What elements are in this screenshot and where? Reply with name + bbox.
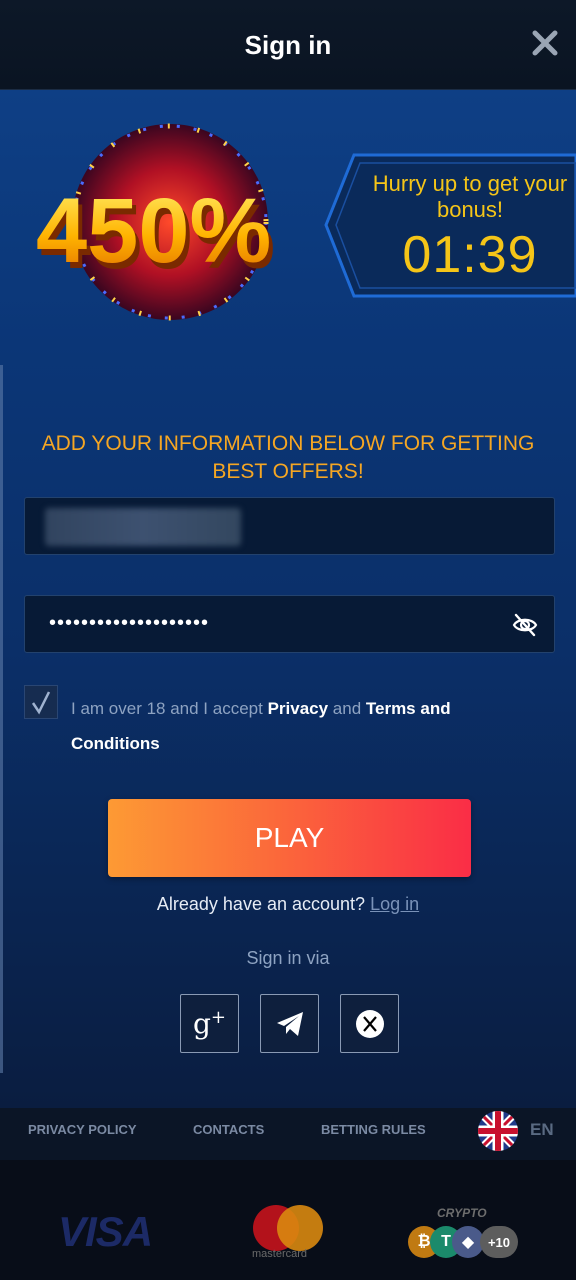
visa-logo: VISA [58, 1208, 153, 1255]
google-plus-icon: g+ [192, 1006, 227, 1041]
login-link[interactable]: Log in [370, 894, 419, 914]
checkmark-icon [31, 691, 51, 715]
sign-in-header: Sign in [0, 0, 576, 90]
consent-checkbox[interactable] [24, 685, 58, 719]
play-button[interactable]: PLAY [108, 799, 471, 877]
bonus-countdown-panel: Hurry up to get your bonus! 01:39 [324, 153, 576, 298]
footer-privacy-policy[interactable]: PRIVACY POLICY [28, 1122, 137, 1137]
sign-in-form-area: 450% 450% Hurry up to get your bonus! 01… [0, 90, 576, 1108]
bonus-countdown-timer: 01:39 [402, 226, 538, 284]
payment-methods-bar: VISA mastercard CRYPTO ₿ T ◆ +10 [0, 1160, 576, 1280]
footer-links-bar: PRIVACY POLICY CONTACTS BETTING RULES EN [0, 1108, 576, 1160]
x-icon [355, 1009, 384, 1038]
mastercard-label: mastercard [252, 1248, 308, 1260]
language-selector[interactable]: EN [530, 1120, 554, 1140]
uk-flag-icon[interactable] [478, 1111, 518, 1151]
password-field[interactable]: •••••••••••••••••••• [24, 595, 555, 653]
google-plus-button[interactable]: g+ [180, 994, 239, 1053]
mastercard-logo [253, 1205, 323, 1251]
telegram-icon [276, 1011, 303, 1036]
email-field[interactable] [24, 497, 555, 555]
consent-and: and [328, 699, 366, 718]
consent-row: I am over 18 and I accept Privacy and Te… [24, 685, 544, 755]
crypto-label: CRYPTO [437, 1206, 487, 1220]
footer-betting-rules[interactable]: BETTING RULES [321, 1122, 426, 1137]
bonus-percent-text: 450% 450% [36, 180, 275, 288]
footer-contacts[interactable]: CONTACTS [193, 1122, 264, 1137]
telegram-button[interactable] [260, 994, 319, 1053]
already-account-row: Already have an account? Log in [0, 894, 576, 915]
crypto-coins: ₿ T ◆ +10 [408, 1226, 518, 1258]
form-headline: ADD YOUR INFORMATION BELOW FOR GETTING B… [41, 432, 535, 483]
consent-prefix: I am over 18 and I accept [71, 699, 268, 718]
promo-banner: 450% 450% Hurry up to get your bonus! 01… [0, 90, 576, 350]
crypto-more-badge: +10 [480, 1226, 518, 1258]
x-button[interactable] [340, 994, 399, 1053]
bonus-hurry-text: Hurry up to get your bonus! [372, 171, 568, 222]
email-blurred-value [45, 508, 241, 546]
eye-off-icon[interactable] [512, 612, 538, 638]
privacy-link[interactable]: Privacy [268, 699, 329, 718]
page-title: Sign in [244, 30, 332, 60]
sign-in-via-label: Sign in via [246, 948, 330, 968]
close-icon[interactable] [530, 28, 560, 58]
consent-text: I am over 18 and I accept Privacy and Te… [71, 691, 511, 761]
svg-text:450%: 450% [36, 180, 271, 282]
password-value: •••••••••••••••••••• [49, 612, 210, 634]
already-account-text: Already have an account? [156, 894, 366, 914]
